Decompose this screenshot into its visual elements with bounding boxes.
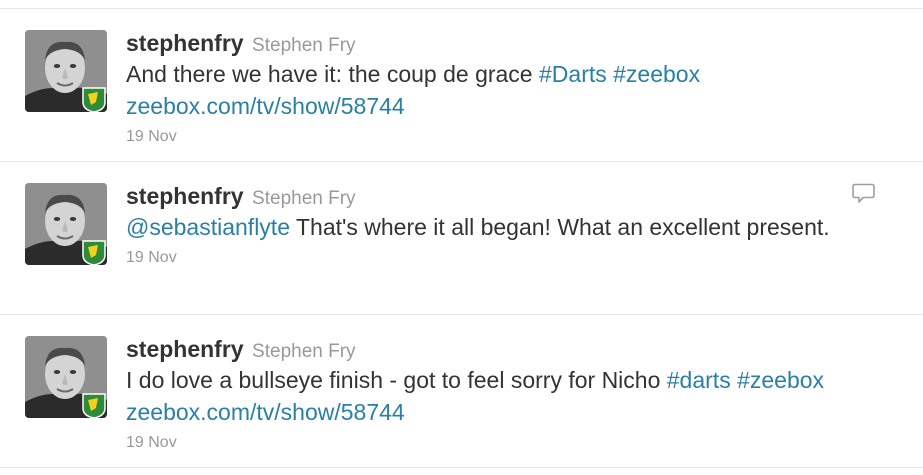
- tweet-link[interactable]: @sebastianflyte: [126, 214, 290, 240]
- screen-name[interactable]: stephenfry: [126, 336, 244, 362]
- avatar[interactable]: [25, 30, 107, 112]
- norwich-city-badge-icon: [82, 393, 106, 418]
- tweet-text: @sebastianflyte That's where it all bega…: [126, 211, 886, 243]
- tweet-text-segment: And there we have it: the coup de grace: [126, 61, 539, 87]
- avatar[interactable]: [25, 336, 107, 418]
- tweet-timeline: stephenfry Stephen Fry And there we have…: [0, 0, 923, 475]
- tweet-text: I do love a bullseye finish - got to fee…: [126, 364, 886, 428]
- screen-name[interactable]: stephenfry: [126, 30, 244, 56]
- norwich-city-badge-icon: [82, 240, 106, 265]
- norwich-city-badge-icon: [82, 87, 106, 112]
- tweet-divider: [0, 467, 923, 468]
- tweet-link[interactable]: #zeebox: [737, 367, 824, 393]
- tweet-link[interactable]: zeebox.com/tv/show/58744: [126, 93, 405, 119]
- full-name: Stephen Fry: [252, 341, 356, 362]
- tweet-text: And there we have it: the coup de grace …: [126, 58, 886, 122]
- tweet-item-3[interactable]: stephenfry Stephen Fry I do love a bulls…: [0, 314, 923, 467]
- tweet-link[interactable]: zeebox.com/tv/show/58744: [126, 399, 405, 425]
- screen-name[interactable]: stephenfry: [126, 183, 244, 209]
- tweet-text-segment: That's where it all began! What an excel…: [290, 214, 830, 240]
- tweet-link[interactable]: #Darts: [539, 61, 607, 87]
- tweet-text-segment: I do love a bullseye finish - got to fee…: [126, 367, 667, 393]
- tweet-timestamp[interactable]: 19 Nov: [126, 245, 886, 271]
- full-name: Stephen Fry: [252, 188, 356, 209]
- full-name: Stephen Fry: [252, 35, 356, 56]
- tweet-timestamp[interactable]: 19 Nov: [126, 430, 886, 456]
- tweet-item-2[interactable]: stephenfry Stephen Fry @sebastianflyte T…: [0, 161, 923, 314]
- tweet-timestamp[interactable]: 19 Nov: [126, 124, 886, 150]
- tweet-item-1[interactable]: stephenfry Stephen Fry And there we have…: [0, 8, 923, 161]
- tweet-link[interactable]: #zeebox: [613, 61, 700, 87]
- avatar[interactable]: [25, 183, 107, 265]
- reply-icon[interactable]: [851, 181, 877, 207]
- tweet-link[interactable]: #darts: [667, 367, 731, 393]
